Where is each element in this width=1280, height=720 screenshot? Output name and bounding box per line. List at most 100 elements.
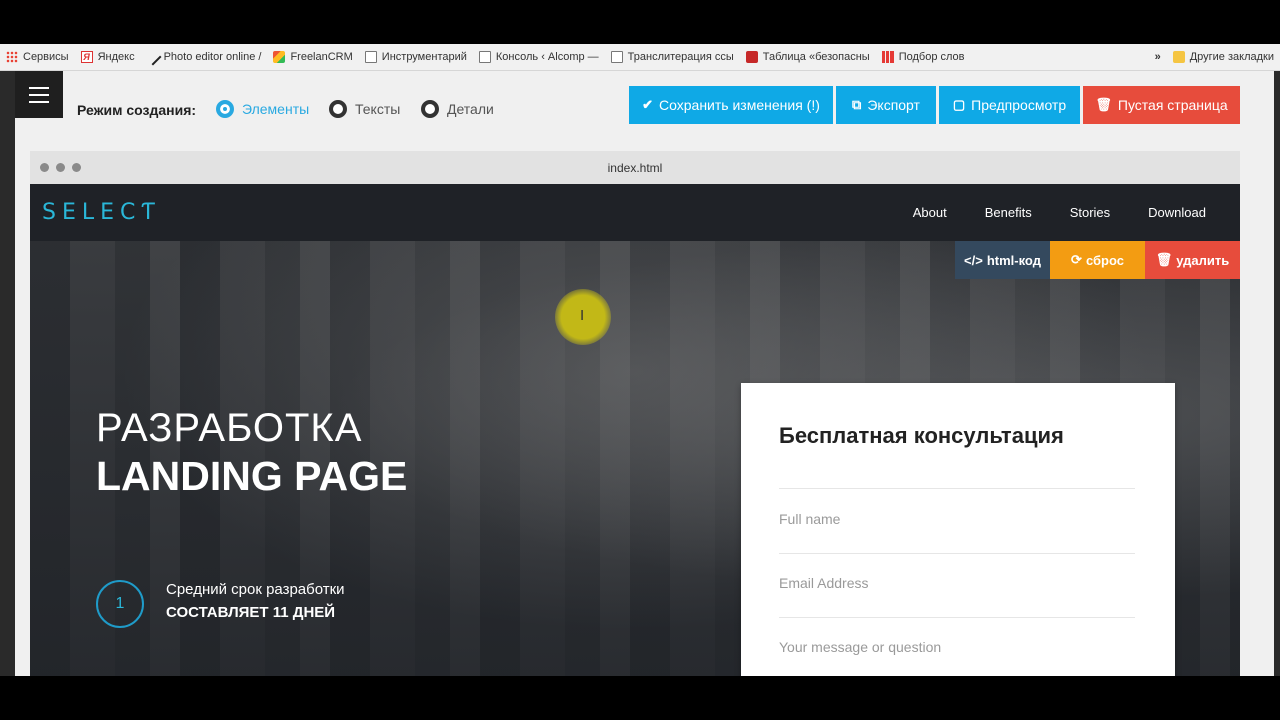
right-edge (1274, 71, 1280, 676)
email-input[interactable] (779, 568, 1135, 598)
block-edit-tools: </> html-код ⟳ сброс 🗑 удалить (955, 241, 1240, 279)
export-button[interactable]: ⧉ Экспорт (836, 86, 936, 124)
dot-icon (40, 163, 49, 172)
site-logo[interactable]: SELECƬ (42, 200, 161, 225)
mode-radio-elements[interactable]: Элементы (216, 100, 309, 118)
divider (779, 617, 1135, 618)
dot-icon (56, 163, 65, 172)
code-icon: </> (964, 252, 983, 268)
bookmark-label: Photo editor online / (163, 51, 262, 63)
bookmark-label: Консоль ‹ Alcomp — (495, 51, 599, 63)
radio-checked-icon (216, 100, 234, 118)
blank-page-button[interactable]: 🗑 Пустая страница (1083, 86, 1240, 124)
button-label: сброс (1085, 252, 1124, 268)
builder-app: Режим создания: Элементы Тексты Детали ✔… (0, 71, 1280, 676)
window-dots (40, 163, 81, 172)
left-edge (0, 71, 15, 676)
bookmark-yandex[interactable]: Я Яндекс (75, 44, 141, 70)
hamburger-icon (29, 100, 49, 103)
window-icon: ▢ (952, 97, 966, 112)
letterbox-bottom (0, 676, 1280, 720)
button-label: Экспорт (867, 97, 920, 113)
bookmark-freelancrm[interactable]: FreelanCRM (267, 44, 358, 70)
dot-icon (72, 163, 81, 172)
chart-icon (881, 51, 894, 63)
bookmark-label: Сервисы (23, 51, 69, 63)
bookmarks-overflow-button[interactable]: » (1149, 44, 1167, 70)
apps-icon (6, 51, 18, 63)
button-label: Пустая страница (1117, 97, 1228, 113)
step-text: Средний срок разработки (166, 581, 345, 598)
bookmark-console[interactable]: Консоль ‹ Alcomp — (473, 44, 605, 70)
page-icon (610, 51, 623, 63)
menu-button[interactable] (15, 71, 63, 118)
frame-titlebar: index.html (30, 151, 1240, 184)
page-icon (364, 51, 377, 63)
bookmark-label: Яндекс (97, 51, 135, 63)
full-name-input[interactable] (779, 504, 1135, 534)
button-label: удалить (1176, 252, 1230, 268)
table-icon (745, 51, 758, 63)
nav-link-about[interactable]: About (913, 205, 947, 220)
bookmark-translit[interactable]: Транслитерация ссы (605, 44, 740, 70)
site-navbar: SELECƬ About Benefits Stories Download (30, 184, 1240, 241)
bookmark-services[interactable]: Сервисы (0, 44, 75, 70)
divider (779, 488, 1135, 489)
external-link-icon: ⧉ (852, 97, 862, 112)
radio-icon (329, 100, 347, 118)
hero-title-light: РАЗРАБОТКА (96, 406, 363, 450)
mode-radio-details[interactable]: Детали (421, 100, 494, 118)
hero-section[interactable]: </> html-код ⟳ сброс 🗑 удалить I РАЗРАБОТКА… (30, 241, 1240, 676)
bookmark-label: Инструментарий (381, 51, 467, 63)
bookmarks-bar: Сервисы Я Яндекс Photo editor online / Fr… (0, 44, 1280, 71)
bookmark-table[interactable]: Таблица «безопасны (740, 44, 876, 70)
save-changes-button[interactable]: ✔ Сохранить изменения (!) (629, 86, 833, 124)
nav-link-download[interactable]: Download (1148, 205, 1206, 220)
bookmark-label: Транслитерация ссы (627, 51, 734, 63)
button-label: Предпросмотр (971, 97, 1067, 113)
preview-button[interactable]: ▢ Предпросмотр (939, 86, 1080, 124)
yandex-icon: Я (80, 51, 93, 63)
text-cursor-icon: I (580, 307, 585, 324)
bookmark-label: Таблица «безопасны (762, 51, 870, 63)
folder-icon (1172, 51, 1185, 63)
button-label: html-код (986, 252, 1041, 268)
preview-frame: index.html SELECƬ About Benefits Stories… (30, 151, 1240, 676)
freelancrm-icon (273, 51, 286, 63)
delete-block-button[interactable]: 🗑 удалить (1145, 241, 1240, 279)
radio-icon (421, 100, 439, 118)
divider (779, 553, 1135, 554)
hero-title-bold: LANDING PAGE (96, 453, 408, 499)
refresh-icon: ⟳ (1071, 252, 1082, 267)
trash-icon: 🗑 (1095, 97, 1112, 112)
other-bookmarks[interactable]: Другие закладки (1167, 44, 1280, 70)
bookmark-label: Подбор слов (898, 51, 965, 63)
page-icon (478, 51, 491, 63)
bookmark-label: FreelanCRM (290, 51, 353, 63)
bookmark-tools[interactable]: Инструментарий (359, 44, 473, 70)
other-bookmarks-label: Другие закладки (1189, 51, 1274, 63)
mode-label: Режим создания: (77, 102, 197, 118)
bookmark-photo-editor[interactable]: Photo editor online / (141, 44, 268, 70)
reset-button[interactable]: ⟳ сброс (1050, 241, 1145, 279)
hamburger-icon (29, 93, 49, 96)
button-label: Сохранить изменения (!) (659, 97, 820, 113)
cursor-highlight: I (555, 289, 611, 345)
form-title: Бесплатная консультация (779, 423, 1064, 448)
site-nav-links: About Benefits Stories Download (913, 184, 1206, 241)
check-icon: ✔ (642, 97, 654, 112)
message-input[interactable] (779, 632, 1135, 662)
letterbox-top (0, 0, 1280, 44)
mode-radio-label: Элементы (242, 101, 310, 117)
step-number-badge: 1 (96, 580, 144, 628)
html-code-button[interactable]: </> html-код (955, 241, 1050, 279)
mode-radio-label: Детали (447, 101, 494, 117)
bookmark-words[interactable]: Подбор слов (876, 44, 971, 70)
pen-icon (144, 48, 162, 66)
nav-link-benefits[interactable]: Benefits (985, 205, 1032, 220)
hamburger-icon (29, 86, 49, 89)
consultation-form: Бесплатная консультация (741, 383, 1175, 676)
mode-radio-texts[interactable]: Тексты (329, 100, 400, 118)
trash-icon: 🗑 (1155, 252, 1173, 267)
nav-link-stories[interactable]: Stories (1070, 205, 1110, 220)
